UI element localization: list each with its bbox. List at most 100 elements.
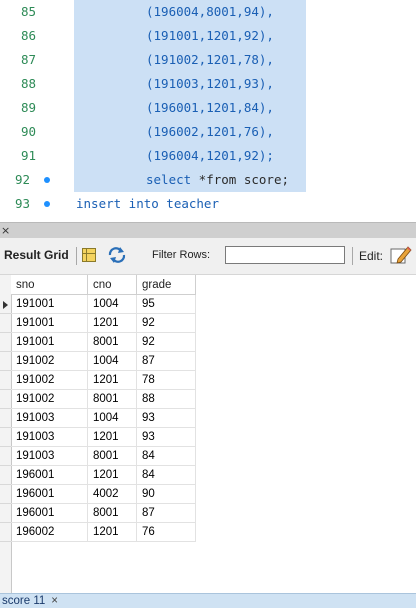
- close-icon[interactable]: ×: [51, 595, 58, 607]
- table-cell-sno[interactable]: 191002: [11, 371, 88, 390]
- result-grid-tab[interactable]: Result Grid: [4, 248, 69, 262]
- close-icon[interactable]: ×: [1, 223, 10, 238]
- table-cell-sno[interactable]: 191001: [11, 295, 88, 314]
- table-row[interactable]: 191003 1004 93: [0, 409, 196, 428]
- table-cell-grade[interactable]: 87: [137, 352, 196, 371]
- table-cell-sno[interactable]: 196001: [11, 485, 88, 504]
- table-cell-cno[interactable]: 4002: [88, 485, 137, 504]
- table-cell-grade[interactable]: 93: [137, 409, 196, 428]
- row-marker[interactable]: [0, 409, 11, 428]
- code-line[interactable]: 88 (191003,1201,93),: [0, 72, 416, 96]
- row-marker[interactable]: [0, 504, 11, 523]
- table-cell-cno[interactable]: 8001: [88, 390, 137, 409]
- row-marker[interactable]: [0, 466, 11, 485]
- table-cell-sno[interactable]: 191002: [11, 390, 88, 409]
- table-cell-cno[interactable]: 1004: [88, 409, 137, 428]
- table-cell-cno[interactable]: 1004: [88, 295, 137, 314]
- sql-editor[interactable]: 85 (196004,8001,94), 86 (191001,1201,92)…: [0, 0, 416, 222]
- code-line[interactable]: 85 (196004,8001,94),: [0, 0, 416, 24]
- table-cell-sno[interactable]: 191001: [11, 333, 88, 352]
- table-cell-grade[interactable]: 87: [137, 504, 196, 523]
- column-header-sno[interactable]: sno: [11, 275, 88, 295]
- table-row[interactable]: 191001 8001 92: [0, 333, 196, 352]
- row-marker[interactable]: [0, 314, 11, 333]
- row-marker[interactable]: [0, 390, 11, 409]
- table-cell-sno[interactable]: 196002: [11, 523, 88, 542]
- table-cell-sno[interactable]: 191003: [11, 447, 88, 466]
- code-line[interactable]: 90 (196002,1201,76),: [0, 120, 416, 144]
- code-line[interactable]: 91 (196004,1201,92);: [0, 144, 416, 168]
- table-cell-grade[interactable]: 92: [137, 314, 196, 333]
- row-marker[interactable]: [0, 333, 11, 352]
- panel-splitter[interactable]: ×: [0, 222, 416, 239]
- row-marker[interactable]: [0, 371, 11, 390]
- table-cell-sno[interactable]: 191002: [11, 352, 88, 371]
- code-line[interactable]: 86 (191001,1201,92),: [0, 24, 416, 48]
- table-cell-cno[interactable]: 8001: [88, 504, 137, 523]
- table-cell-sno[interactable]: 191003: [11, 428, 88, 447]
- result-grid[interactable]: sno cno grade 191001 1004 95 191001 1201 92 19…: [0, 275, 416, 593]
- edit-pencil-icon[interactable]: [390, 245, 412, 265]
- row-marker[interactable]: [0, 485, 11, 504]
- table-row[interactable]: 191001 1201 92: [0, 314, 196, 333]
- edit-label: Edit:: [359, 249, 384, 263]
- table-cell-cno[interactable]: 8001: [88, 447, 137, 466]
- filter-rows-input[interactable]: [225, 246, 345, 264]
- row-marker[interactable]: [0, 428, 11, 447]
- table-cell-grade[interactable]: 90: [137, 485, 196, 504]
- table-cell-grade[interactable]: 93: [137, 428, 196, 447]
- tab-score[interactable]: score 11 ×: [0, 594, 58, 608]
- table-cell-grade[interactable]: 88: [137, 390, 196, 409]
- table-cell-cno[interactable]: 1201: [88, 466, 137, 485]
- table-cell-cno[interactable]: 1201: [88, 314, 137, 333]
- result-toolbar: Result Grid Filter Rows: Edit:: [0, 238, 416, 275]
- table-cell-sno[interactable]: 191001: [11, 314, 88, 333]
- column-header-cno[interactable]: cno: [88, 275, 137, 295]
- column-header-grade[interactable]: grade: [137, 275, 196, 295]
- table-row[interactable]: 196002 1201 76: [0, 523, 196, 542]
- table-row[interactable]: 191002 1201 78: [0, 371, 196, 390]
- table-cell-grade[interactable]: 95: [137, 295, 196, 314]
- code-text: insert into teacher: [76, 196, 219, 211]
- row-marker[interactable]: [0, 352, 11, 371]
- line-number: 89: [20, 100, 36, 115]
- table-row[interactable]: 196001 8001 87: [0, 504, 196, 523]
- code-line[interactable]: 87 (191002,1201,78),: [0, 48, 416, 72]
- table-cell-cno[interactable]: 1004: [88, 352, 137, 371]
- line-number: 88: [20, 76, 36, 91]
- toolbar-divider: [352, 247, 353, 265]
- table-cell-cno[interactable]: 8001: [88, 333, 137, 352]
- code-line-current[interactable]: 92 select *from score;: [0, 168, 416, 192]
- table-cell-cno[interactable]: 1201: [88, 371, 137, 390]
- table-cell-cno[interactable]: 1201: [88, 428, 137, 447]
- row-marker[interactable]: [0, 523, 11, 542]
- table-cell-grade[interactable]: 76: [137, 523, 196, 542]
- code-line[interactable]: 89 (196001,1201,84),: [0, 96, 416, 120]
- table-row[interactable]: 191003 1201 93: [0, 428, 196, 447]
- table-row[interactable]: 191002 1004 87: [0, 352, 196, 371]
- table-row[interactable]: 191002 8001 88: [0, 390, 196, 409]
- code-text: select *from score;: [146, 168, 289, 192]
- line-number: 91: [20, 148, 36, 163]
- grid-view-icon[interactable]: [82, 248, 96, 262]
- code-line[interactable]: 93 insert into teacher: [0, 192, 416, 216]
- table-cell-grade[interactable]: 84: [137, 466, 196, 485]
- table-cell-grade[interactable]: 84: [137, 447, 196, 466]
- table-row[interactable]: 196001 4002 90: [0, 485, 196, 504]
- table-cell-grade[interactable]: 92: [137, 333, 196, 352]
- table-cell-sno[interactable]: 196001: [11, 504, 88, 523]
- table-cell-cno[interactable]: 1201: [88, 523, 137, 542]
- row-marker[interactable]: [0, 295, 11, 314]
- refresh-icon[interactable]: [107, 246, 127, 264]
- table-row[interactable]: 191003 8001 84: [0, 447, 196, 466]
- table-cell-sno[interactable]: 191003: [11, 409, 88, 428]
- table-row[interactable]: 196001 1201 84: [0, 466, 196, 485]
- filter-rows-label: Filter Rows:: [152, 249, 211, 261]
- table-cell-sno[interactable]: 196001: [11, 466, 88, 485]
- table-row[interactable]: 191001 1004 95: [0, 295, 196, 314]
- code-text: (196001,1201,84),: [146, 100, 274, 115]
- sql-keyword: select: [146, 172, 192, 187]
- table-cell-grade[interactable]: 78: [137, 371, 196, 390]
- statement-dot-icon: [44, 201, 50, 207]
- row-marker[interactable]: [0, 447, 11, 466]
